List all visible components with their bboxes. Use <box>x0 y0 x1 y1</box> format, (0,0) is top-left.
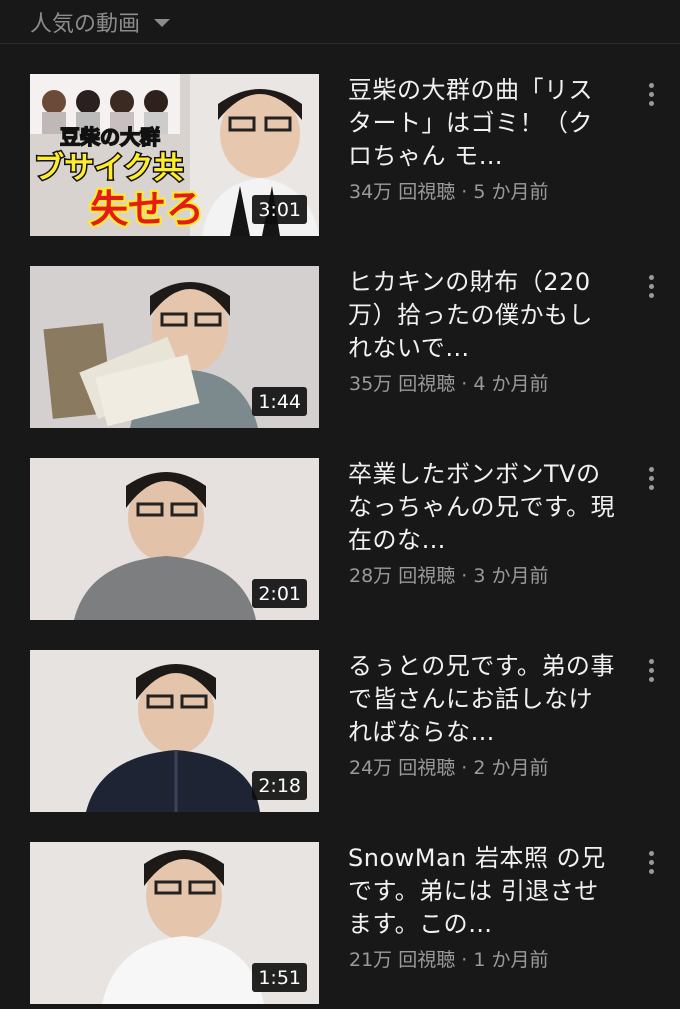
more-options-icon[interactable] <box>638 460 664 496</box>
thumb-overlay-bottom: 失せろ <box>90 187 204 231</box>
upload-age: 3 か月前 <box>473 565 549 587</box>
video-thumbnail[interactable]: 豆柴の大群 ブサイク共 失せろ 3:01 <box>30 74 319 236</box>
more-options-icon[interactable] <box>638 652 664 688</box>
video-title[interactable]: SnowMan 岩本照 の兄です。弟には 引退させます。この… <box>348 842 616 941</box>
more-options-icon[interactable] <box>638 844 664 880</box>
upload-age: 2 か月前 <box>473 757 549 779</box>
view-count: 28万 回視聴 <box>349 565 456 587</box>
meta-separator: · <box>461 757 468 779</box>
upload-age: 5 か月前 <box>473 181 549 203</box>
video-meta: 35万 回視聴 · 4 か月前 <box>349 369 619 396</box>
upload-age: 4 か月前 <box>473 373 549 395</box>
more-options-icon[interactable] <box>638 76 664 112</box>
meta-separator: · <box>461 565 468 587</box>
more-options-icon[interactable] <box>638 268 664 304</box>
duration-badge: 1:51 <box>252 963 307 992</box>
video-meta: 34万 回視聴 · 5 か月前 <box>349 177 619 204</box>
view-count: 24万 回視聴 <box>349 757 456 779</box>
video-meta: 24万 回視聴 · 2 か月前 <box>349 753 619 780</box>
video-item[interactable]: 1:51 SnowMan 岩本照 の兄です。弟には 引退させます。この… 21万… <box>0 842 680 1006</box>
video-title[interactable]: るぅとの兄です。弟の事で皆さんにお話しなければならな… <box>348 650 616 749</box>
video-item[interactable]: 豆柴の大群 ブサイク共 失せろ 3:01 豆柴の大群の曲「リスタート」はゴミ！（… <box>0 74 680 238</box>
video-item[interactable]: 1:44 ヒカキンの財布（220万）拾ったの僕かもしれないで… 35万 回視聴 … <box>0 266 680 430</box>
thumb-overlay-mid: ブサイク共 <box>34 151 183 186</box>
video-title[interactable]: 豆柴の大群の曲「リスタート」はゴミ！（クロちゃん モ… <box>348 74 616 173</box>
meta-separator: · <box>461 181 468 203</box>
meta-separator: · <box>461 373 468 395</box>
video-title[interactable]: 卒業したボンボンTVのなっちゃんの兄です。現在のな… <box>348 458 616 557</box>
view-count: 34万 回視聴 <box>349 181 456 203</box>
video-item[interactable]: 2:18 るぅとの兄です。弟の事で皆さんにお話しなければならな… 24万 回視聴… <box>0 650 680 814</box>
video-title[interactable]: ヒカキンの財布（220万）拾ったの僕かもしれないで… <box>348 266 616 365</box>
video-thumbnail[interactable]: 1:44 <box>30 266 319 428</box>
video-item[interactable]: 2:01 卒業したボンボンTVのなっちゃんの兄です。現在のな… 28万 回視聴 … <box>0 458 680 622</box>
video-meta: 21万 回視聴 · 1 か月前 <box>349 945 619 972</box>
sort-label: 人気の動画 <box>30 11 141 37</box>
upload-age: 1 か月前 <box>473 949 549 971</box>
video-thumbnail[interactable]: 2:18 <box>30 650 319 812</box>
thumb-overlay-top: 豆柴の大群 <box>60 125 160 149</box>
video-thumbnail[interactable]: 2:01 <box>30 458 319 620</box>
video-meta: 28万 回視聴 · 3 か月前 <box>349 561 619 588</box>
caret-down-icon <box>154 19 171 27</box>
duration-badge: 2:01 <box>252 579 307 608</box>
meta-separator: · <box>461 949 468 971</box>
duration-badge: 1:44 <box>252 387 307 416</box>
video-thumbnail[interactable]: 1:51 <box>30 842 319 1004</box>
duration-badge: 2:18 <box>252 771 307 800</box>
sort-dropdown[interactable]: 人気の動画 <box>0 0 680 44</box>
view-count: 35万 回視聴 <box>349 373 456 395</box>
view-count: 21万 回視聴 <box>349 949 456 971</box>
duration-badge: 3:01 <box>252 195 307 224</box>
